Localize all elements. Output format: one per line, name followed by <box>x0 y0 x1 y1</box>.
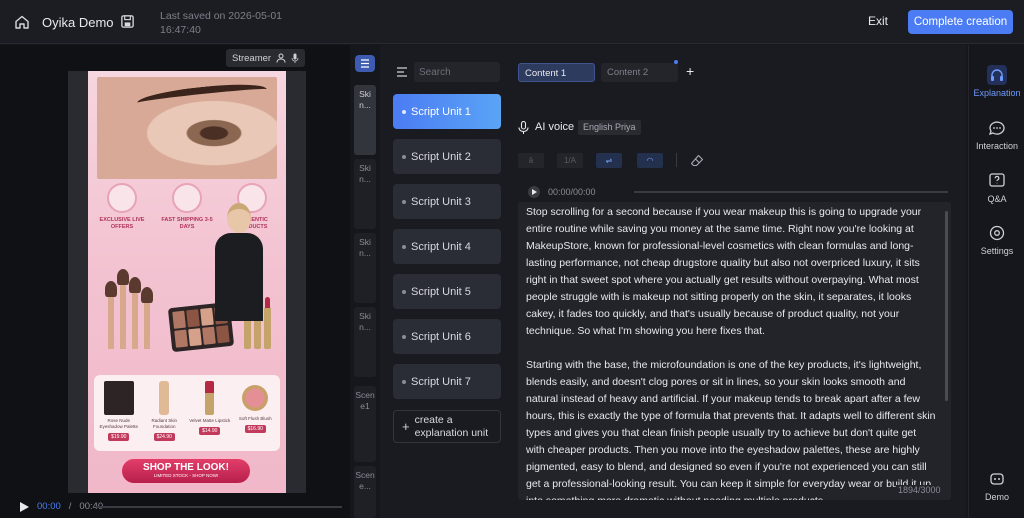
scene-tab[interactable]: Skin... <box>354 159 376 229</box>
streamer-chip[interactable]: Streamer <box>226 49 306 67</box>
complete-creation-button[interactable]: Complete creation <box>908 10 1013 34</box>
rail-item-settings[interactable]: Settings <box>969 223 1024 256</box>
person-icon[interactable] <box>276 53 286 63</box>
current-time: 00:00 <box>37 501 61 512</box>
rail-item-qa[interactable]: Q&A <box>969 171 1024 204</box>
product-row: Rose Nude Eyeshadow Palette $19.90 Radia… <box>94 375 280 451</box>
emphasis-tool[interactable]: ā <box>518 153 544 168</box>
question-icon <box>989 173 1005 187</box>
play-icon[interactable] <box>20 501 29 512</box>
script-unit-item[interactable]: Script Unit 5 <box>393 274 501 309</box>
audio-progress-bar[interactable] <box>634 191 948 193</box>
product-card: Radiant Skin Foundation $24.90 <box>143 379 185 447</box>
voice-label: AI voice <box>535 121 575 133</box>
shop-cta-banner: SHOP THE LOOK! LIMITED STOCK - SHOP NOW! <box>120 457 252 485</box>
last-saved-text: Last saved on 2026-05-01 16:47:40 <box>160 10 283 36</box>
add-content-tab-button[interactable]: + <box>686 64 694 78</box>
preview-panel: Streamer EXCLUSIVE LIVE OFFERS FAST SHIP… <box>0 45 350 518</box>
list-icon <box>361 59 369 68</box>
rail-item-explanation[interactable]: Explanation <box>969 65 1024 98</box>
robot-icon <box>990 473 1004 485</box>
audio-play-icon[interactable] <box>528 186 540 198</box>
textarea-scrollbar[interactable] <box>945 211 948 401</box>
right-rail: Explanation Interaction Q&A Settings Dem… <box>968 45 1024 518</box>
character-count: 1894/3000 <box>896 485 943 495</box>
video-preview[interactable]: EXCLUSIVE LIVE OFFERS FAST SHIPPING 3-5 … <box>68 71 306 493</box>
video-player-controls: 00:00 / 00:40 <box>0 495 350 518</box>
voice-selector[interactable]: English Priya <box>578 120 641 135</box>
script-unit-item[interactable]: Script Unit 3 <box>393 184 501 219</box>
streamer-label: Streamer <box>232 52 272 64</box>
video-progress-bar[interactable] <box>96 506 342 508</box>
rail-item-interaction[interactable]: Interaction <box>969 118 1024 151</box>
scene-tab[interactable]: Skin... <box>354 85 376 155</box>
script-unit-item[interactable]: Script Unit 4 <box>393 229 501 264</box>
script-unit-item[interactable]: Script Unit 7 <box>393 364 501 399</box>
speed-tool[interactable]: 1/A <box>557 153 583 168</box>
script-text: Stop scrolling for a second because if y… <box>526 206 936 500</box>
time-separator: / <box>68 501 72 512</box>
product-card: Soft Flush Blush $16.90 <box>234 379 276 447</box>
scene-tab[interactable]: Skin... <box>354 233 376 303</box>
rail-item-demo[interactable]: Demo <box>969 469 1024 502</box>
exit-button[interactable]: Exit <box>868 14 888 28</box>
gear-icon <box>989 225 1005 241</box>
script-unit-item[interactable]: Script Unit 6 <box>393 319 501 354</box>
feature-badge: EXCLUSIVE LIVE OFFERS <box>92 183 152 231</box>
gift-icon <box>107 183 137 213</box>
script-textarea[interactable]: Stop scrolling for a second because if y… <box>518 202 951 500</box>
eraser-icon[interactable] <box>691 154 704 167</box>
audio-time: 00:00/00:00 <box>548 187 596 197</box>
product-card: Rose Nude Eyeshadow Palette $19.90 <box>98 379 140 447</box>
scene-tab[interactable]: Scene1 <box>354 386 376 462</box>
app-title: Oyika Demo <box>42 15 114 30</box>
scene-tab[interactable]: Scene... <box>354 466 376 518</box>
headphones-icon <box>987 65 1007 85</box>
scene-strip: Skin... Skin... Skin... Skin... Scene1 S… <box>352 45 378 518</box>
script-unit-item[interactable]: Script Unit 1 <box>393 94 501 129</box>
outline-toggle-button[interactable] <box>355 55 375 72</box>
home-icon[interactable] <box>14 14 30 30</box>
product-card: Velvet Matte Lipstick $14.90 <box>189 379 231 447</box>
create-explanation-unit-button[interactable]: + create a explanation unit <box>393 410 501 443</box>
ad-poster: EXCLUSIVE LIVE OFFERS FAST SHIPPING 3-5 … <box>88 71 286 493</box>
tab-content-2[interactable]: Content 2 <box>601 63 678 82</box>
audio-player: 00:00/00:00 <box>518 185 951 199</box>
chat-bubble-icon <box>988 121 1005 136</box>
scene-tab[interactable]: Skin... <box>354 307 376 377</box>
tab-content-1[interactable]: Content 1 <box>518 63 595 82</box>
microphone-icon <box>518 121 529 134</box>
script-unit-item[interactable]: Script Unit 2 <box>393 139 501 174</box>
top-bar: Oyika Demo Last saved on 2026-05-01 16:4… <box>0 0 1024 44</box>
editor-panel: Content 1 Content 2 + AI voice English P… <box>508 45 966 518</box>
feature-badge: FAST SHIPPING 3-5 DAYS <box>157 183 217 231</box>
truck-icon <box>172 183 202 213</box>
search-input[interactable] <box>414 62 500 82</box>
unsaved-dot <box>674 60 678 64</box>
pause-tool[interactable]: ⇌ <box>596 153 622 168</box>
speed-gauge-icon[interactable]: ◠ <box>637 153 663 168</box>
eye-closeup-image <box>97 77 277 179</box>
script-unit-panel: Script Unit 1 Script Unit 2 Script Unit … <box>380 45 508 518</box>
plus-icon: + <box>402 419 410 434</box>
streamer-avatar <box>210 203 268 321</box>
microphone-icon[interactable] <box>291 53 299 63</box>
filter-list-icon[interactable] <box>396 66 408 78</box>
save-icon[interactable] <box>120 14 135 29</box>
